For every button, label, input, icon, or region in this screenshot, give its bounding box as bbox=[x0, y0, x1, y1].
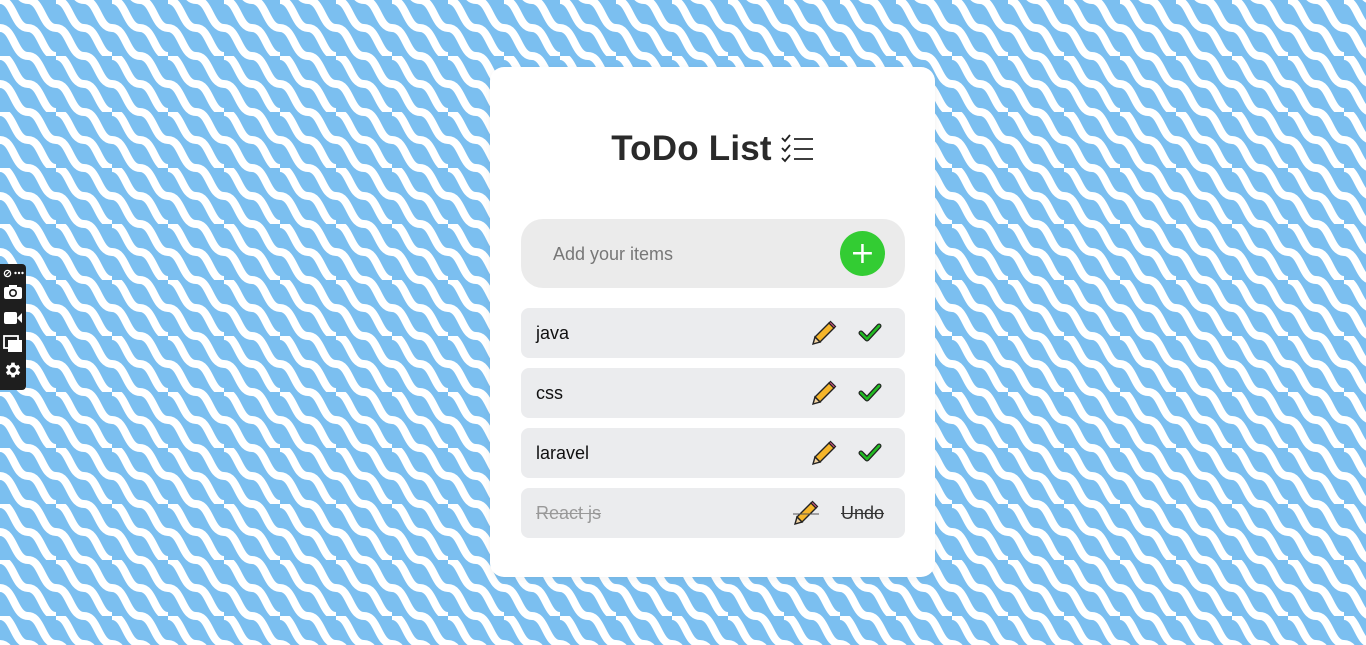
add-item-input[interactable] bbox=[551, 235, 825, 273]
gear-icon bbox=[5, 362, 21, 378]
toolbar-header bbox=[3, 267, 24, 279]
todo-item: laravel bbox=[521, 428, 905, 478]
todo-list: java css laravel React js Undo bbox=[521, 308, 905, 548]
more-dots-icon[interactable] bbox=[13, 271, 24, 275]
undo-button[interactable]: Undo bbox=[841, 503, 884, 524]
page-title: ToDo List bbox=[611, 129, 772, 168]
windows-icon bbox=[3, 335, 22, 352]
camera-icon bbox=[4, 285, 22, 299]
add-item-button[interactable]: + bbox=[840, 231, 885, 276]
todo-item-completed: React js Undo bbox=[521, 488, 905, 538]
screenshot-button[interactable] bbox=[2, 279, 24, 305]
todo-item: java bbox=[521, 308, 905, 358]
complete-check-icon[interactable] bbox=[858, 441, 882, 465]
edit-pencil-icon[interactable] bbox=[811, 380, 837, 406]
capture-window-button[interactable] bbox=[2, 331, 24, 357]
edit-pencil-icon[interactable] bbox=[793, 500, 819, 526]
screen-capture-toolbar bbox=[0, 264, 26, 390]
toolbar-settings-button[interactable] bbox=[2, 357, 24, 383]
add-item-bar: + bbox=[521, 219, 905, 288]
video-icon bbox=[4, 312, 22, 324]
record-video-button[interactable] bbox=[2, 305, 24, 331]
edit-pencil-icon[interactable] bbox=[811, 440, 837, 466]
todo-card: ToDo List + java css bbox=[490, 67, 935, 577]
todo-item-text: java bbox=[536, 323, 570, 343]
todo-item: css bbox=[521, 368, 905, 418]
complete-check-icon[interactable] bbox=[858, 321, 882, 345]
todo-item-text: css bbox=[536, 383, 563, 403]
settings-menu-icon[interactable] bbox=[3, 269, 12, 278]
edit-pencil-icon[interactable] bbox=[811, 320, 837, 346]
checklist-icon bbox=[781, 134, 813, 163]
todo-item-text: laravel bbox=[536, 443, 590, 463]
todo-item-text: React js bbox=[536, 503, 602, 523]
complete-check-icon[interactable] bbox=[858, 381, 882, 405]
title-row: ToDo List bbox=[490, 127, 935, 171]
